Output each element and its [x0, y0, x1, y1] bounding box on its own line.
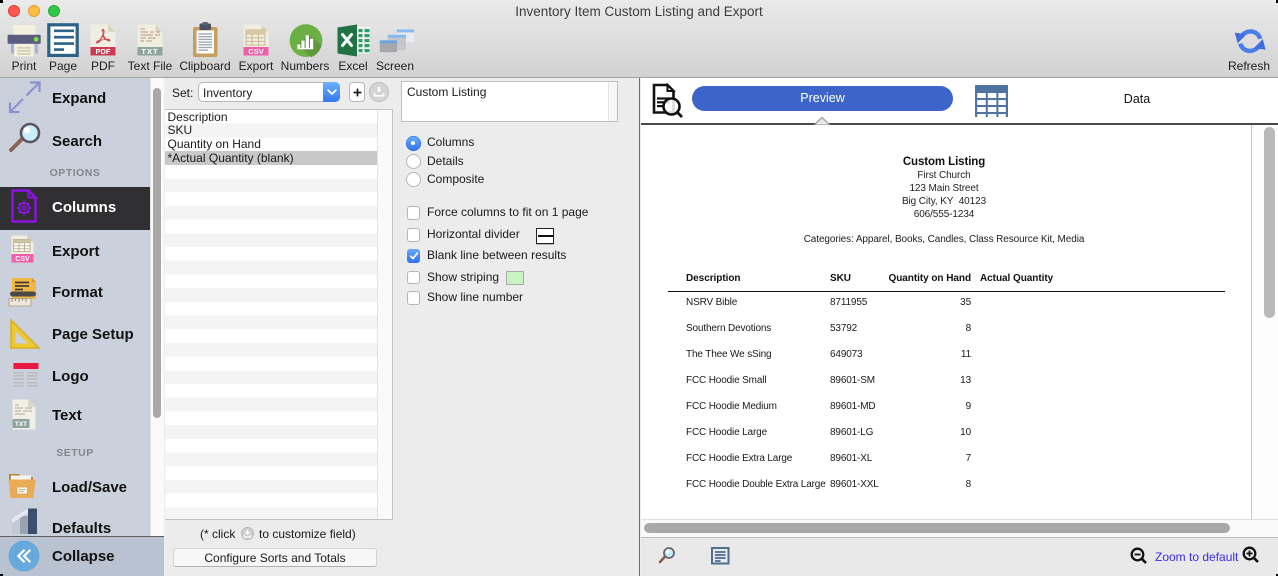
- svg-text:TXT: TXT: [141, 47, 158, 56]
- svg-text:CSV: CSV: [15, 256, 30, 263]
- svg-text:CSV: CSV: [248, 47, 263, 56]
- svg-text:TXT: TXT: [15, 421, 27, 428]
- svg-text:PDF: PDF: [96, 47, 111, 56]
